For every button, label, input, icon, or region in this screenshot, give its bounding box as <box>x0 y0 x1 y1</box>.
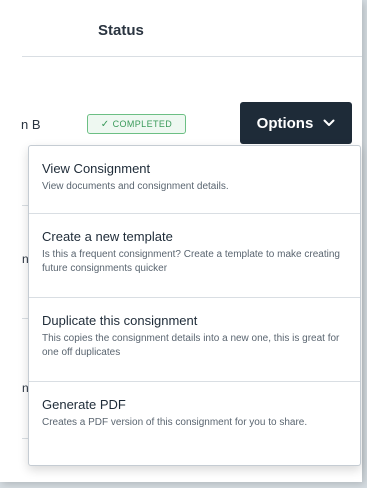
chevron-down-icon <box>323 119 335 126</box>
row-name-fragment: n B <box>21 117 41 132</box>
menu-item-create-template[interactable]: Create a new template Is this a frequent… <box>29 213 360 297</box>
menu-item-generate-pdf[interactable]: Generate PDF Creates a PDF version of th… <box>29 381 360 465</box>
status-badge: ✓ COMPLETED <box>87 114 186 134</box>
consignments-table-card: Status n B ✓ COMPLETED Options n n View … <box>0 0 362 482</box>
menu-item-description: Is this a frequent consignment? Create a… <box>42 249 340 274</box>
options-dropdown-menu: View Consignment View documents and cons… <box>28 145 361 466</box>
menu-item-description: View documents and consignment details. <box>42 181 229 192</box>
check-icon: ✓ <box>100 118 110 130</box>
options-button[interactable]: Options <box>240 102 352 144</box>
menu-item-description: This copies the consignment details into… <box>42 333 340 358</box>
status-badge-label: COMPLETED <box>112 119 173 129</box>
header-divider <box>22 56 362 57</box>
options-button-label: Options <box>256 114 314 132</box>
menu-item-title: Create a new template <box>42 229 173 244</box>
menu-item-title: Generate PDF <box>42 397 126 412</box>
menu-item-title: Duplicate this consignment <box>42 313 198 328</box>
menu-item-duplicate-consignment[interactable]: Duplicate this consignment This copies t… <box>29 297 360 381</box>
menu-item-description: Creates a PDF version of this consignmen… <box>42 417 308 428</box>
menu-item-view-consignment[interactable]: View Consignment View documents and cons… <box>29 146 360 213</box>
menu-item-title: View Consignment <box>42 161 151 176</box>
status-column-header: Status <box>98 22 144 39</box>
